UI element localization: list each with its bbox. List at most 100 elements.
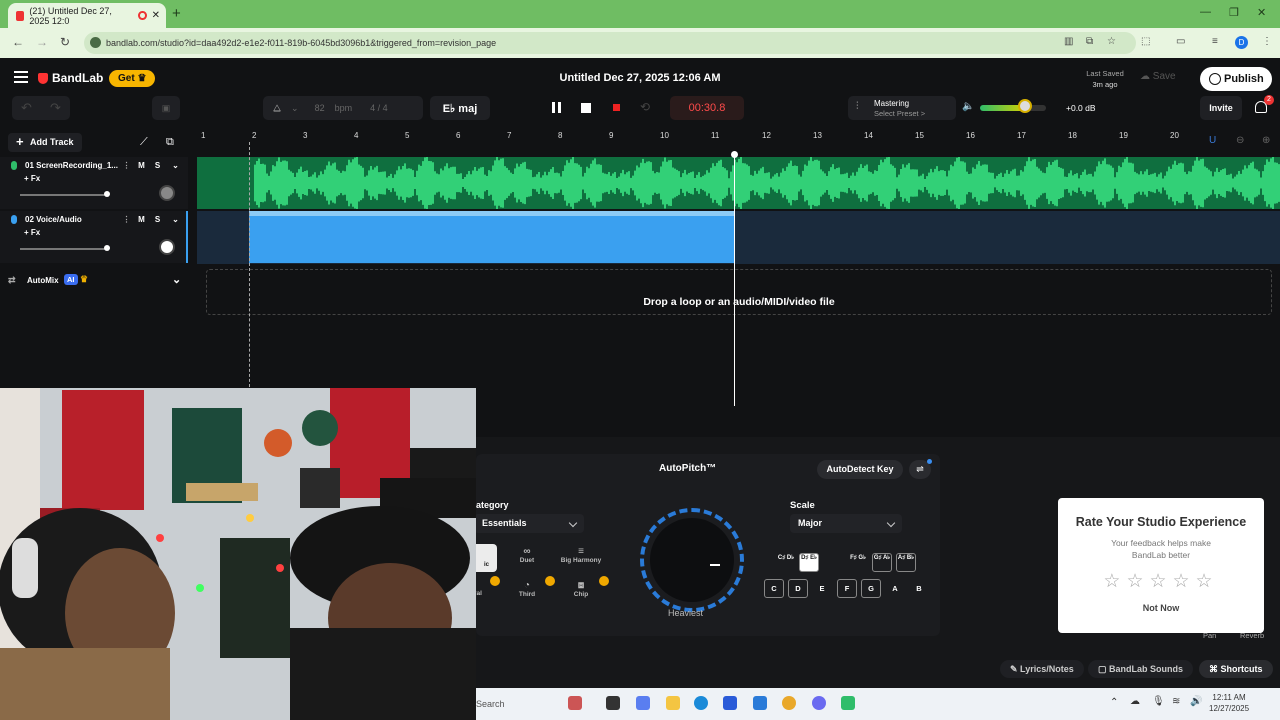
- track-volume-slider[interactable]: [20, 248, 107, 250]
- invite-button[interactable]: Invite: [1200, 96, 1242, 120]
- volume-icon[interactable]: 🔊: [1190, 696, 1202, 707]
- preset-duet[interactable]: ∞ Duet: [502, 546, 552, 564]
- mixer-settings-icon[interactable]: ⧉: [166, 136, 174, 149]
- close-tab-icon[interactable]: ✕: [152, 10, 160, 21]
- track-volume-knob[interactable]: [104, 191, 110, 197]
- wifi-icon[interactable]: ≋: [1172, 696, 1180, 707]
- browser-tab[interactable]: (21) Untitled Dec 27, 2025 12:0 ✕: [8, 3, 166, 28]
- cloud-icon[interactable]: ☁: [1130, 696, 1140, 707]
- reader-icon[interactable]: ▥: [1064, 36, 1073, 47]
- track-menu-icon[interactable]: ⋮: [120, 214, 133, 226]
- category-dropdown[interactable]: Essentials: [474, 514, 584, 533]
- restore-icon[interactable]: ❐: [1229, 6, 1239, 19]
- bpm-value[interactable]: 82: [315, 103, 325, 113]
- key-a[interactable]: A: [885, 579, 905, 598]
- track-header[interactable]: 01 ScreenRecording_1... + Fx ⋮ M S ⌄: [0, 157, 188, 209]
- app-icon[interactable]: [841, 696, 855, 710]
- extensions-icon[interactable]: ⬚: [1141, 36, 1150, 47]
- shortcuts-button[interactable]: ⌘ Shortcuts: [1199, 660, 1273, 678]
- zoom-out-icon[interactable]: ⊖: [1236, 135, 1244, 146]
- media-icon[interactable]: ≡: [1212, 36, 1218, 47]
- menu-icon[interactable]: ⋮: [1262, 36, 1272, 47]
- redo-icon[interactable]: ↷: [50, 100, 61, 116]
- outlook-icon[interactable]: [753, 696, 767, 710]
- widget-icon[interactable]: [568, 696, 582, 710]
- master-volume-knob[interactable]: [1018, 99, 1032, 113]
- key-d[interactable]: D: [788, 579, 808, 598]
- chevron-down-icon[interactable]: ⌄: [169, 160, 182, 172]
- mute-button[interactable]: M: [135, 160, 148, 172]
- speaker-icon[interactable]: 🔈: [962, 101, 974, 112]
- lyrics-notes-button[interactable]: ✎ Lyrics/Notes: [1000, 660, 1084, 678]
- layout-icon[interactable]: ▣: [152, 96, 180, 120]
- key-selector[interactable]: E♭ maj: [430, 96, 490, 120]
- stop-icon[interactable]: [581, 103, 591, 113]
- forward-icon[interactable]: →: [36, 35, 48, 49]
- reload-icon[interactable]: ↻: [60, 35, 70, 49]
- time-signature[interactable]: 4 / 4: [370, 103, 388, 113]
- not-now-button[interactable]: Not Now: [1058, 603, 1264, 613]
- master-volume-slider[interactable]: [980, 105, 1046, 111]
- drop-zone[interactable]: Drop a loop or an audio/MIDI/video file: [206, 269, 1272, 315]
- magnet-icon[interactable]: U: [1209, 135, 1216, 146]
- pause-icon[interactable]: [552, 102, 561, 113]
- automix-row[interactable]: ⇄ AutoMix AI ♛ ⌄: [0, 270, 188, 290]
- track-header[interactable]: 02 Voice/Audio + Fx ⋮ M S ⌄: [0, 211, 188, 263]
- audio-waveform-clip[interactable]: [197, 157, 1280, 209]
- metronome-icon[interactable]: ⧋: [273, 103, 281, 114]
- track-name[interactable]: 02 Voice/Audio: [25, 215, 82, 224]
- cast-icon[interactable]: ▭: [1176, 36, 1185, 47]
- install-app-icon[interactable]: ⧉: [1086, 36, 1093, 47]
- discord-icon[interactable]: [812, 696, 826, 710]
- autopitch-amount-knob[interactable]: [640, 508, 744, 612]
- mute-button[interactable]: M: [135, 214, 148, 226]
- pan-knob[interactable]: [159, 185, 175, 201]
- edge-icon[interactable]: [694, 696, 708, 710]
- audio-recording-clip[interactable]: [249, 211, 735, 263]
- undo-icon[interactable]: ↶: [21, 100, 32, 116]
- close-window-icon[interactable]: ✕: [1257, 6, 1266, 19]
- save-button[interactable]: ☁ Save: [1140, 71, 1176, 82]
- bookmark-star-icon[interactable]: ☆: [1107, 36, 1116, 47]
- key-g-sharp[interactable]: G♯ A♭: [872, 553, 892, 572]
- chrome-icon[interactable]: [782, 696, 796, 710]
- taskbar-search[interactable]: Search: [476, 694, 576, 714]
- solo-button[interactable]: S: [151, 160, 164, 172]
- solo-button[interactable]: S: [151, 214, 164, 226]
- zoom-in-icon[interactable]: ⊕: [1262, 135, 1270, 146]
- add-track-button[interactable]: Add Track: [8, 132, 82, 152]
- profile-avatar[interactable]: D: [1235, 36, 1248, 49]
- loop-icon[interactable]: ⟲: [640, 100, 650, 114]
- pan-knob[interactable]: [159, 239, 175, 255]
- key-b[interactable]: B: [909, 579, 929, 598]
- key-d-sharp[interactable]: D♯ E♭: [799, 553, 819, 572]
- new-tab-button[interactable]: +: [172, 5, 181, 22]
- chevron-down-icon[interactable]: ⌄: [172, 273, 181, 286]
- preset-big-harmony[interactable]: ≡ Big Harmony: [556, 546, 606, 564]
- track-volume-knob[interactable]: [104, 245, 110, 251]
- copilot-icon[interactable]: [636, 696, 650, 710]
- back-icon[interactable]: ←: [12, 35, 24, 49]
- timeline-ruler[interactable]: 1 2 3 4 5 6 7 8 9 10 11 12 13 14 15 16 17 18 19 20: [197, 128, 1280, 142]
- scale-dropdown[interactable]: Major: [790, 514, 902, 533]
- track-volume-slider[interactable]: [20, 194, 107, 196]
- task-view-icon[interactable]: [606, 696, 620, 710]
- file-explorer-icon[interactable]: [666, 696, 680, 710]
- minimize-icon[interactable]: —: [1200, 6, 1211, 18]
- key-g[interactable]: G: [861, 579, 881, 598]
- add-fx-button[interactable]: + Fx: [24, 228, 40, 237]
- publish-button[interactable]: Publish: [1200, 67, 1272, 91]
- autodetect-key-button[interactable]: AutoDetect Key: [817, 460, 903, 479]
- taskbar-clock[interactable]: 12:11 AM 12/27/2025: [1209, 692, 1249, 714]
- track-name[interactable]: 01 ScreenRecording_1...: [25, 161, 118, 170]
- record-icon[interactable]: [613, 104, 620, 111]
- key-f-sharp[interactable]: F♯ G♭: [848, 553, 868, 572]
- bandlab-sounds-button[interactable]: ▢ BandLab Sounds: [1088, 660, 1194, 678]
- key-c[interactable]: C: [764, 579, 784, 598]
- preset-classic[interactable]: ic: [476, 544, 497, 572]
- key-c-sharp[interactable]: C♯ D♭: [776, 553, 796, 572]
- key-f[interactable]: F: [837, 579, 857, 598]
- address-bar[interactable]: bandlab.com/studio?id=daa492d2-e1e2-f011…: [84, 32, 1136, 54]
- playhead[interactable]: [731, 151, 738, 406]
- key-a-sharp[interactable]: A♯ B♭: [896, 553, 916, 572]
